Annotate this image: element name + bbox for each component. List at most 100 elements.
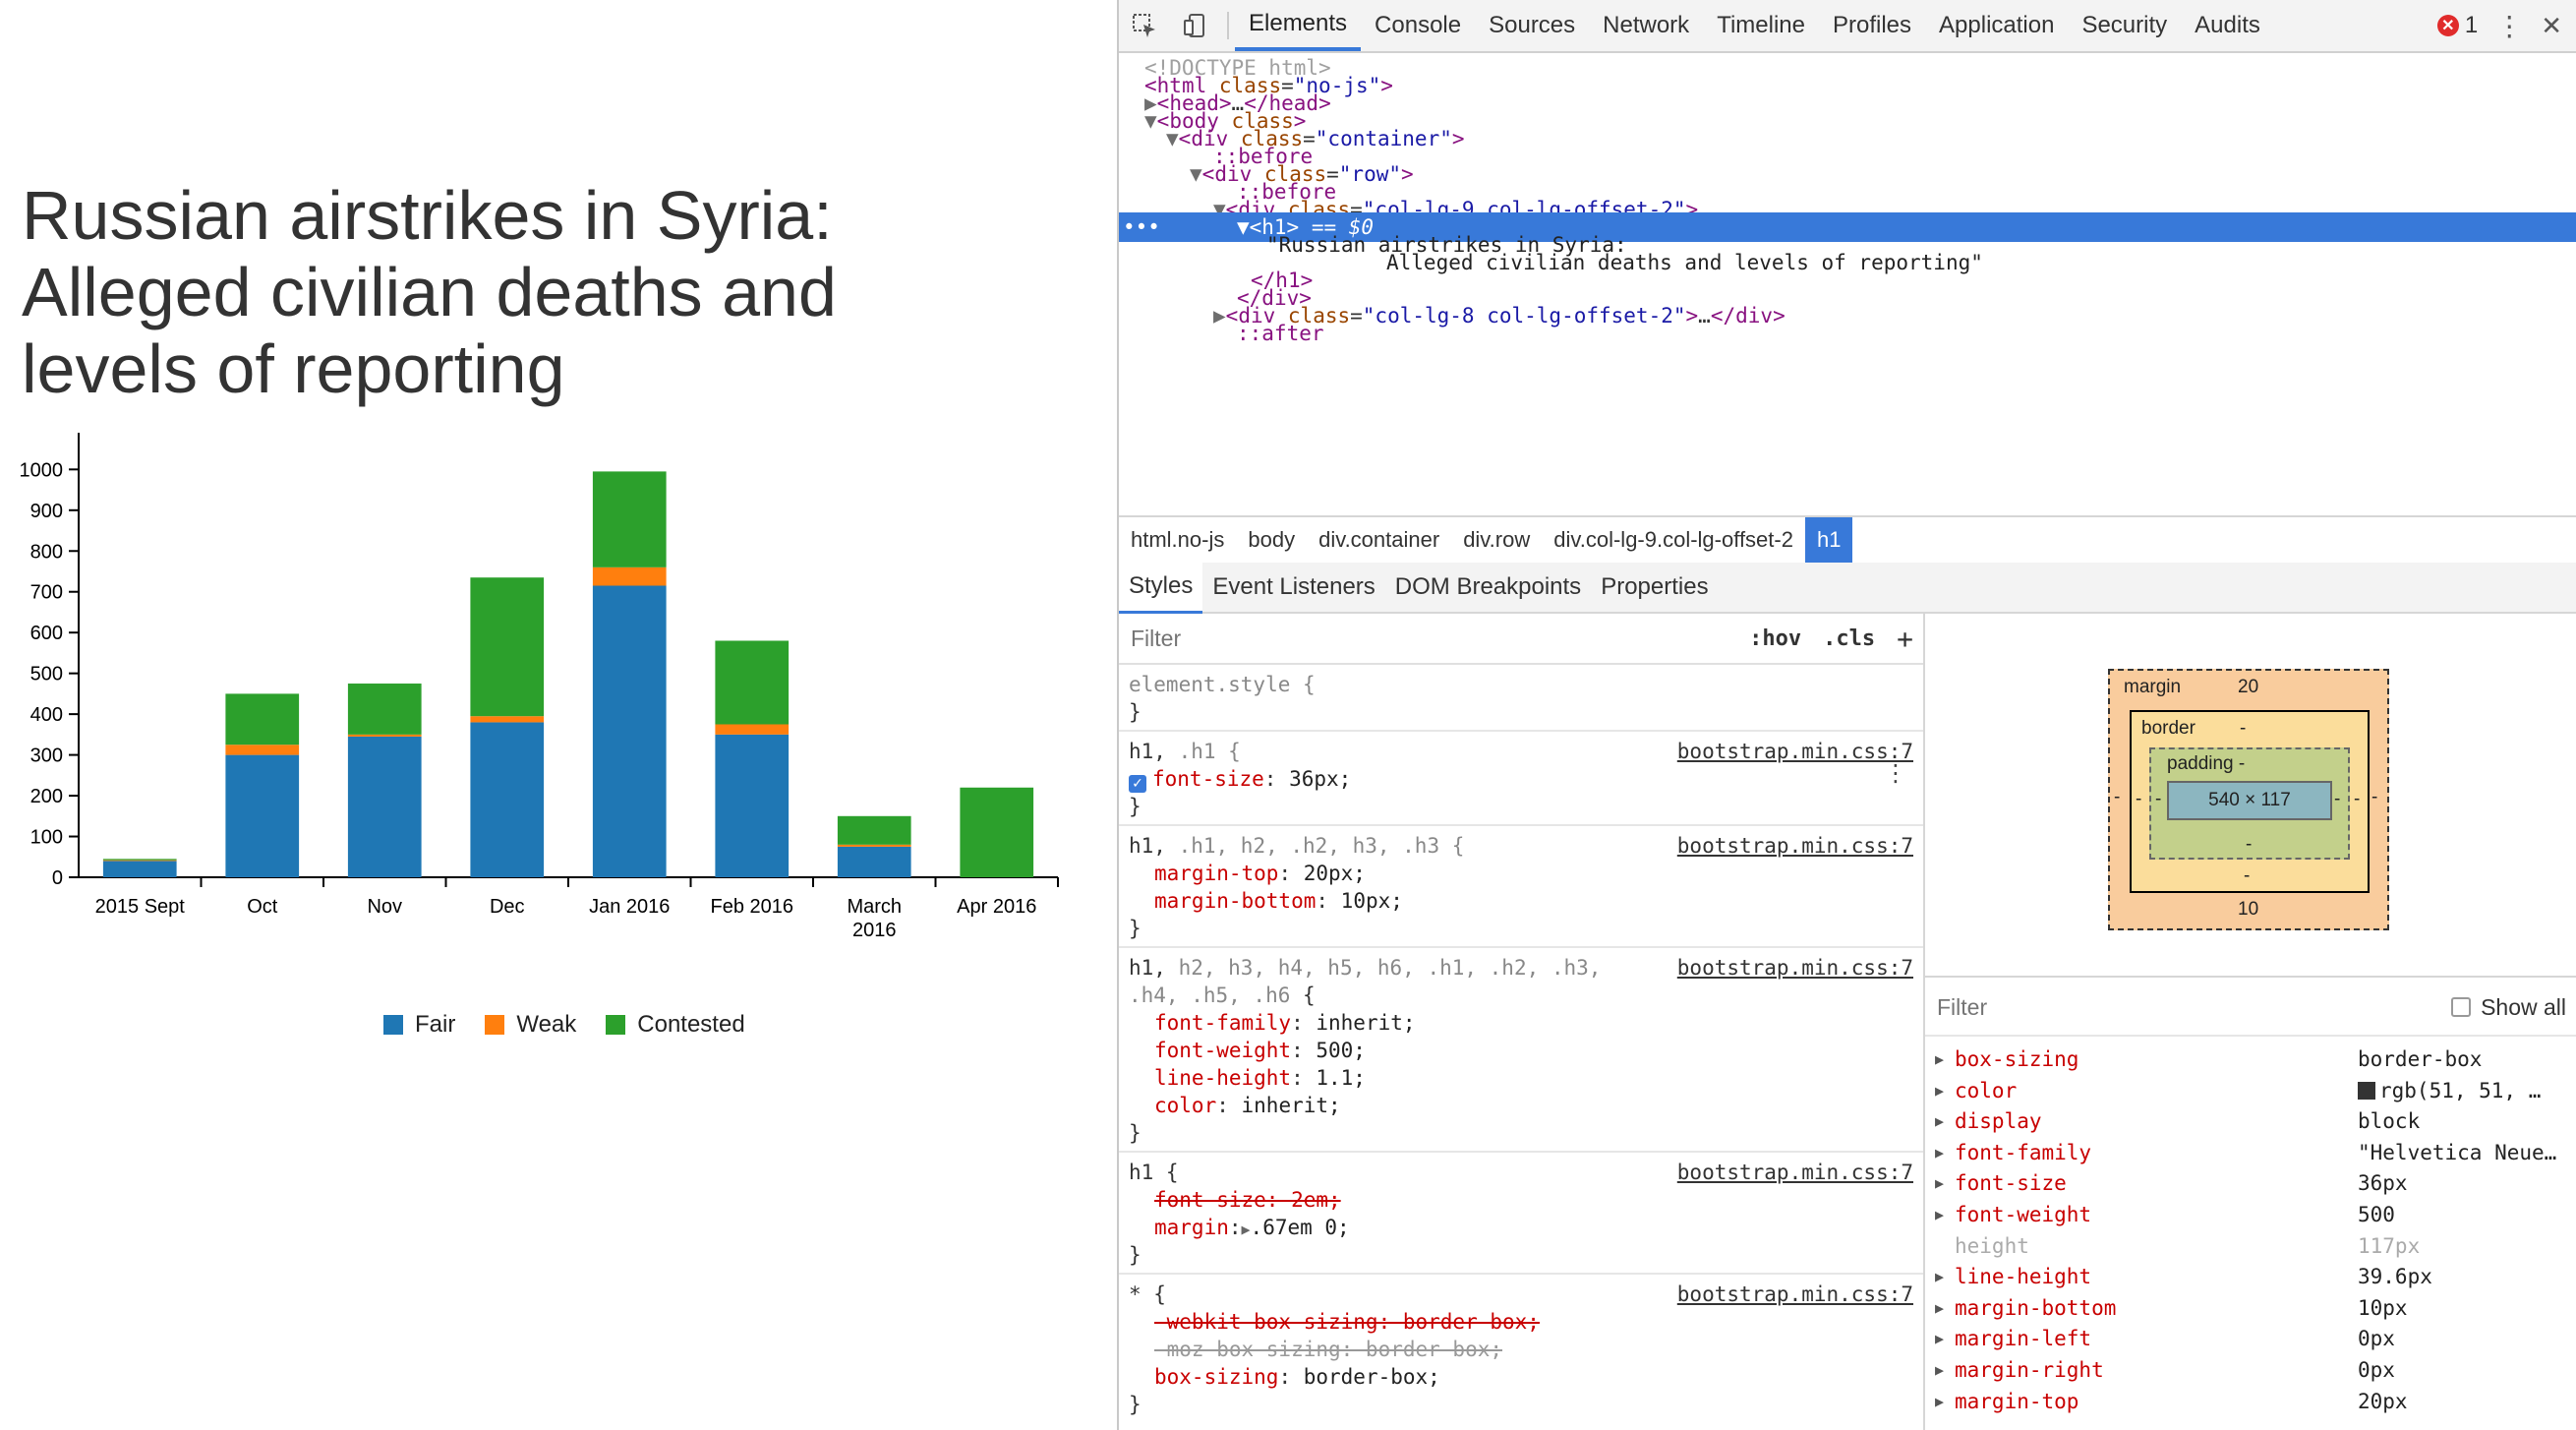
margin-bottom-value[interactable]: 10 bbox=[2238, 899, 2258, 921]
expand-triangle-icon[interactable]: ▶ bbox=[1935, 1076, 1955, 1107]
x-tick-label: Apr 2016 bbox=[957, 896, 1036, 918]
tab-sources[interactable]: Sources bbox=[1475, 0, 1589, 51]
rule-property[interactable]: line-height: 1.1; bbox=[1129, 1064, 1913, 1092]
computed-row-box-sizing[interactable]: ▶ box-sizing border-box bbox=[1925, 1044, 2576, 1076]
border-right-value[interactable]: - bbox=[2354, 789, 2360, 810]
tab-styles[interactable]: Styles bbox=[1119, 561, 1203, 614]
rule-source-link[interactable]: bootstrap.min.css:7 bbox=[1677, 832, 1913, 860]
styles-filter-input[interactable] bbox=[1129, 624, 1728, 653]
rule-menu-icon[interactable]: ⋮ bbox=[1884, 759, 1907, 787]
margin-left-value[interactable]: - bbox=[2114, 787, 2120, 808]
rule-source-link[interactable]: bootstrap.min.css:7 bbox=[1677, 1281, 1913, 1308]
breadcrumb-h1[interactable]: h1 bbox=[1804, 517, 1853, 563]
cls-toggle[interactable]: .cls bbox=[1823, 626, 1875, 651]
rule-source-link[interactable]: bootstrap.min.css:7 bbox=[1677, 738, 1913, 765]
device-toolbar-icon[interactable] bbox=[1170, 0, 1221, 51]
color-swatch-icon[interactable] bbox=[2358, 1081, 2375, 1100]
border-top-value[interactable]: - bbox=[2240, 718, 2246, 740]
tab-security[interactable]: Security bbox=[2068, 0, 2181, 51]
expand-triangle-icon[interactable]: ▶ bbox=[1935, 1387, 1955, 1418]
tab-timeline[interactable]: Timeline bbox=[1703, 0, 1819, 51]
property-checkbox[interactable]: ✓ bbox=[1129, 775, 1146, 793]
dom-after[interactable]: ::after bbox=[1119, 319, 2576, 348]
rule-property[interactable]: font-family: inherit; bbox=[1129, 1009, 1913, 1037]
computed-row-font-weight[interactable]: ▶ font-weight 500 bbox=[1925, 1200, 2576, 1231]
expand-triangle-icon[interactable]: ▶ bbox=[1935, 1106, 1955, 1138]
inspect-element-icon[interactable] bbox=[1119, 0, 1170, 51]
hov-toggle[interactable]: :hov bbox=[1749, 626, 1801, 651]
tab-profiles[interactable]: Profiles bbox=[1819, 0, 1925, 51]
rule-property-overridden[interactable]: -webkit-box-sizing: border-box; bbox=[1129, 1308, 1913, 1336]
tab-dom-breakpoints[interactable]: DOM Breakpoints bbox=[1385, 563, 1591, 612]
expand-triangle-icon[interactable]: ▶ bbox=[1935, 1168, 1955, 1200]
breadcrumb-row[interactable]: div.row bbox=[1451, 517, 1542, 563]
add-rule-icon[interactable]: + bbox=[1897, 623, 1913, 655]
rule-property[interactable]: margin-top: 20px; bbox=[1129, 860, 1913, 887]
rule-property[interactable]: color: inherit; bbox=[1129, 1092, 1913, 1119]
margin-top-value[interactable]: 20 bbox=[2238, 677, 2258, 698]
rule-property[interactable]: margin-bottom: 10px; bbox=[1129, 887, 1913, 915]
padding-left-value[interactable]: - bbox=[2155, 789, 2161, 810]
computed-row-margin-right[interactable]: ▶ margin-right 0px bbox=[1925, 1355, 2576, 1387]
rule-selector-cont[interactable]: .h4, .h5, .h6 { bbox=[1129, 982, 1913, 1009]
box-model-margin[interactable]: margin 20 10 - - border - - - - padding … bbox=[2108, 669, 2389, 930]
tab-application[interactable]: Application bbox=[1925, 0, 2068, 51]
computed-filter-input[interactable] bbox=[1935, 992, 2452, 1022]
expand-triangle-icon[interactable]: ▶ bbox=[1935, 1138, 1955, 1169]
box-model-border[interactable]: border - - - - padding - - - - 540 × 117 bbox=[2130, 710, 2370, 893]
rule-selector[interactable]: h1, h2, h3, h4, h5, h6, .h1, .h2, .h3, bo… bbox=[1129, 954, 1913, 982]
tab-properties[interactable]: Properties bbox=[1591, 563, 1718, 612]
expand-triangle-icon[interactable]: ▶ bbox=[1935, 1324, 1955, 1355]
rule-selector[interactable]: element.style { bbox=[1129, 671, 1913, 698]
box-model-padding[interactable]: padding - - - - 540 × 117 bbox=[2149, 747, 2350, 860]
computed-row-margin-top[interactable]: ▶ margin-top 20px bbox=[1925, 1387, 2576, 1418]
tab-network[interactable]: Network bbox=[1589, 0, 1703, 51]
show-all-checkbox[interactable] bbox=[2451, 997, 2472, 1017]
tab-audits[interactable]: Audits bbox=[2181, 0, 2274, 51]
tab-elements[interactable]: Elements bbox=[1235, 0, 1362, 51]
padding-bottom-value[interactable]: - bbox=[2246, 834, 2252, 856]
tab-console[interactable]: Console bbox=[1361, 0, 1475, 51]
expand-triangle-icon[interactable]: ▶ bbox=[1935, 1262, 1955, 1293]
border-bottom-value[interactable]: - bbox=[2244, 865, 2250, 887]
rule-property[interactable]: box-sizing: border-box; bbox=[1129, 1363, 1913, 1391]
expand-triangle-icon[interactable]: ▶ bbox=[1935, 1355, 1955, 1387]
rule-selector[interactable]: h1, .h1 {bootstrap.min.css:7 bbox=[1129, 738, 1913, 765]
expand-triangle-icon[interactable]: ▶ bbox=[1935, 1293, 1955, 1325]
tab-event-listeners[interactable]: Event Listeners bbox=[1202, 563, 1384, 612]
styles-filter-row: :hov .cls + bbox=[1119, 614, 1923, 665]
rule-property[interactable]: font-weight: 500; bbox=[1129, 1037, 1913, 1064]
computed-row-font-size[interactable]: ▶ font-size 36px bbox=[1925, 1168, 2576, 1200]
rule-selector[interactable]: * {bootstrap.min.css:7 bbox=[1129, 1281, 1913, 1308]
rule-selector[interactable]: h1, .h1, h2, .h2, h3, .h3 {bootstrap.min… bbox=[1129, 832, 1913, 860]
rule-property-overridden[interactable]: -moz-box-sizing: border-box; bbox=[1129, 1336, 1913, 1363]
expand-triangle-icon[interactable]: ▶ bbox=[1935, 1044, 1955, 1076]
computed-row-height[interactable]: height 117px bbox=[1925, 1231, 2576, 1263]
breadcrumb-html[interactable]: html.no-js bbox=[1119, 517, 1236, 563]
show-all-toggle[interactable]: Show all bbox=[2451, 994, 2566, 1021]
margin-right-value[interactable]: - bbox=[2371, 787, 2377, 808]
computed-row-margin-bottom[interactable]: ▶ margin-bottom 10px bbox=[1925, 1293, 2576, 1325]
expand-triangle-icon[interactable]: ▶ bbox=[1242, 1221, 1251, 1238]
box-model-content[interactable]: 540 × 117 bbox=[2167, 781, 2332, 820]
rule-source-link[interactable]: bootstrap.min.css:7 bbox=[1677, 1159, 1913, 1186]
computed-row-font-family[interactable]: ▶ font-family "Helvetica Neue… bbox=[1925, 1138, 2576, 1169]
rule-property-overridden[interactable]: font-size: 2em; bbox=[1129, 1186, 1913, 1214]
computed-row-display[interactable]: ▶ display block bbox=[1925, 1106, 2576, 1138]
padding-right-value[interactable]: - bbox=[2334, 789, 2340, 810]
computed-row-line-height[interactable]: ▶ line-height 39.6px bbox=[1925, 1262, 2576, 1293]
breadcrumb-container[interactable]: div.container bbox=[1307, 517, 1451, 563]
kebab-menu-icon[interactable]: ⋮ bbox=[2495, 10, 2523, 42]
rule-selector[interactable]: h1 {bootstrap.min.css:7 bbox=[1129, 1159, 1913, 1186]
close-icon[interactable]: ✕ bbox=[2541, 11, 2562, 41]
breadcrumb-body[interactable]: body bbox=[1236, 517, 1307, 563]
computed-row-color[interactable]: ▶ color rgb(51, 51, … bbox=[1925, 1076, 2576, 1107]
border-left-value[interactable]: - bbox=[2136, 789, 2141, 810]
error-counter[interactable]: ✕ 1 bbox=[2436, 12, 2478, 39]
breadcrumb-col[interactable]: div.col-lg-9.col-lg-offset-2 bbox=[1542, 517, 1805, 563]
rule-property[interactable]: ✓ font-size: 36px; bbox=[1129, 765, 1913, 793]
rule-property[interactable]: margin:▶.67em 0; bbox=[1129, 1214, 1913, 1241]
expand-triangle-icon[interactable]: ▶ bbox=[1935, 1200, 1955, 1231]
computed-row-margin-left[interactable]: ▶ margin-left 0px bbox=[1925, 1324, 2576, 1355]
rule-source-link[interactable]: bootstrap.min.css:7 bbox=[1677, 954, 1913, 982]
